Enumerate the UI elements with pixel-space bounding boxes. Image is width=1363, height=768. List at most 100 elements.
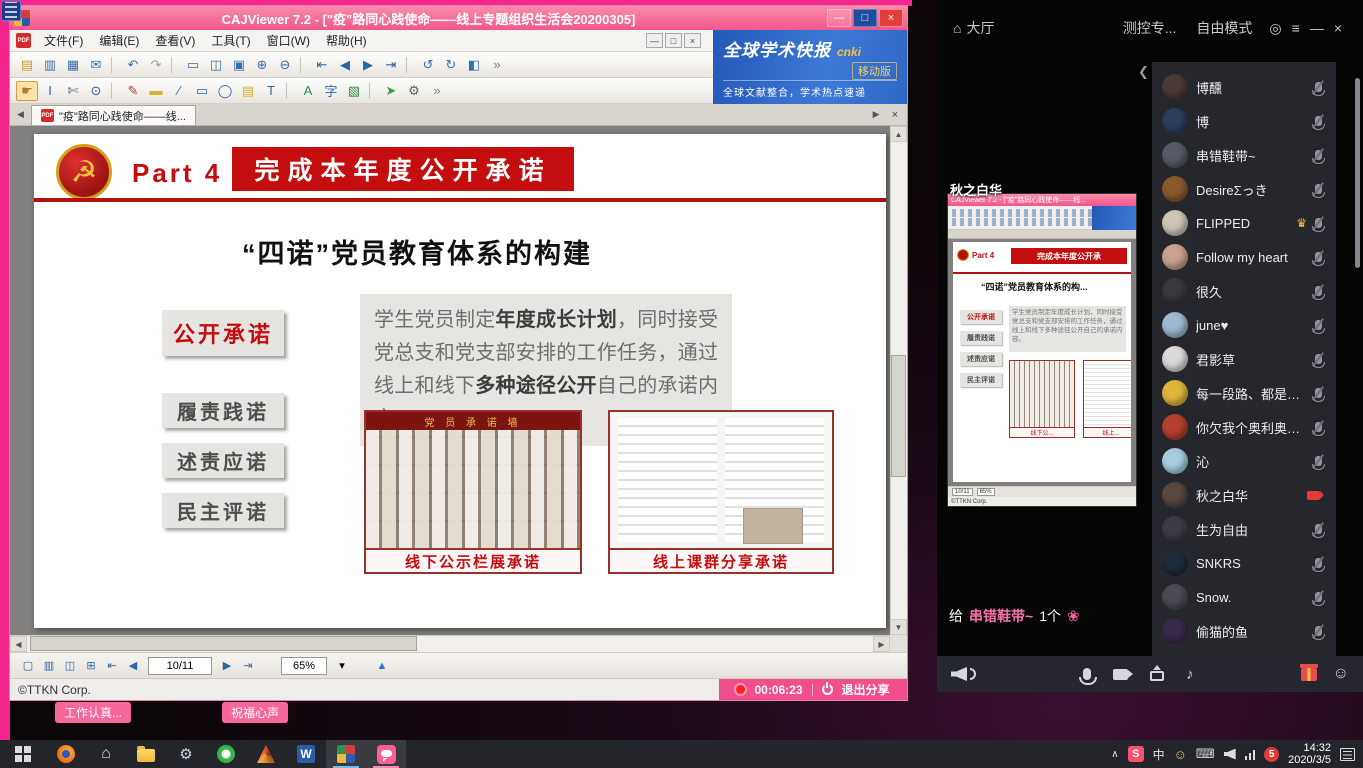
- menu-icon[interactable]: ≡: [1287, 20, 1305, 36]
- email-icon[interactable]: ✉: [85, 55, 107, 75]
- taskbar-browser[interactable]: [206, 740, 246, 768]
- exit-share-button[interactable]: 退出分享: [842, 681, 890, 698]
- toolbar-overflow-icon[interactable]: »: [486, 55, 508, 75]
- close-icon[interactable]: ×: [1329, 20, 1347, 36]
- scroll-down-icon[interactable]: ▼: [890, 619, 907, 635]
- go-up-icon[interactable]: ▲: [372, 656, 392, 676]
- participant-row[interactable]: Snow.: [1152, 580, 1336, 614]
- participant-row[interactable]: Follow my heart: [1152, 240, 1336, 274]
- scroll-left-icon[interactable]: ◀: [10, 636, 27, 652]
- volume-icon[interactable]: [1224, 749, 1236, 760]
- settings-icon[interactable]: ◎: [1264, 20, 1286, 37]
- taskbar-settings[interactable]: ⚙: [166, 740, 206, 768]
- text-note-icon[interactable]: T: [260, 81, 282, 101]
- zoom-input[interactable]: [281, 657, 327, 675]
- participant-row[interactable]: 串错鞋带~: [1152, 138, 1336, 172]
- participant-row[interactable]: SNKRS: [1152, 546, 1336, 580]
- tab-close-icon[interactable]: ×: [887, 109, 903, 121]
- camera-icon[interactable]: [1113, 669, 1128, 680]
- last-page-icon[interactable]: ⇥: [238, 656, 258, 676]
- collapse-list-icon[interactable]: ❮: [1138, 64, 1149, 80]
- toolbar-overflow-icon[interactable]: »: [426, 81, 448, 101]
- tray-expand-icon[interactable]: ∧: [1111, 749, 1118, 760]
- menu-item[interactable]: 帮助(H): [318, 30, 375, 51]
- line-icon[interactable]: ∕: [168, 81, 190, 101]
- participant-row[interactable]: 偷猫的鱼: [1152, 614, 1336, 648]
- music-icon[interactable]: ♪: [1186, 666, 1194, 683]
- sogou-icon[interactable]: S: [1128, 746, 1144, 762]
- cnki-banner[interactable]: 全球学术快报 cnki 移动版 全球文献整合，学术热点速递: [713, 30, 907, 104]
- participant-row[interactable]: 很久: [1152, 274, 1336, 308]
- scroll-right-icon[interactable]: ▶: [873, 636, 890, 652]
- ellipse-icon[interactable]: ◯: [214, 81, 236, 101]
- maximize-button[interactable]: □: [853, 9, 877, 27]
- network-icon[interactable]: [1245, 749, 1256, 760]
- snapshot-icon[interactable]: ✄: [62, 81, 84, 101]
- dictionary-icon[interactable]: 字: [320, 81, 342, 101]
- toolbar-separator[interactable]: [369, 83, 376, 99]
- text-select-icon[interactable]: I: [39, 81, 61, 101]
- toolbar-separator[interactable]: [171, 57, 178, 73]
- rotate-left-icon[interactable]: ↺: [417, 55, 439, 75]
- room-tab[interactable]: 测控专...: [1123, 18, 1177, 38]
- single-page-icon[interactable]: ▢: [18, 656, 38, 676]
- first-page-icon[interactable]: ⇤: [102, 656, 122, 676]
- speaker-icon[interactable]: [951, 667, 967, 681]
- doc-close-button[interactable]: ×: [684, 33, 701, 48]
- rectangle-icon[interactable]: ▭: [191, 81, 213, 101]
- participant-row[interactable]: 沁: [1152, 444, 1336, 478]
- menu-item[interactable]: 查看(V): [147, 30, 203, 51]
- pen-icon[interactable]: ✎: [122, 81, 144, 101]
- clock[interactable]: 14:32 2020/3/5: [1288, 742, 1331, 766]
- participant-row[interactable]: FLIPPED ♛: [1152, 206, 1336, 240]
- taskbar-matlab[interactable]: [246, 740, 286, 768]
- last-page-icon[interactable]: ⇥: [380, 55, 402, 75]
- notification-badge[interactable]: 5: [1264, 747, 1279, 762]
- print-icon[interactable]: ▦: [62, 55, 84, 75]
- prev-page-icon[interactable]: ◀: [334, 55, 356, 75]
- highlighter-icon[interactable]: ▬: [145, 81, 167, 101]
- emoji-chat-icon[interactable]: ☺: [1333, 665, 1349, 683]
- menu-item[interactable]: 编辑(E): [91, 30, 147, 51]
- open-icon[interactable]: ▤: [16, 55, 38, 75]
- gift-icon[interactable]: [1301, 668, 1317, 681]
- mic-icon[interactable]: [1083, 668, 1091, 680]
- first-page-icon[interactable]: ⇤: [311, 55, 333, 75]
- zoom-dropdown-icon[interactable]: ▾: [332, 656, 352, 676]
- participant-row[interactable]: 你欠我个奥利奥O_o: [1152, 410, 1336, 444]
- horizontal-scrollbar[interactable]: ◀ ▶: [10, 635, 890, 652]
- redo-icon[interactable]: ↷: [145, 55, 167, 75]
- zoom-tool-icon[interactable]: ⊙: [85, 81, 107, 101]
- participant-row[interactable]: 秋之白华: [1152, 478, 1336, 512]
- export-icon[interactable]: ➤: [380, 81, 402, 101]
- participant-row[interactable]: 君影草: [1152, 342, 1336, 376]
- taskbar-voice-app[interactable]: [366, 740, 406, 768]
- scroll-up-icon[interactable]: ▲: [890, 126, 907, 142]
- continuous-icon[interactable]: ▥: [39, 656, 59, 676]
- undo-icon[interactable]: ↶: [122, 55, 144, 75]
- share-screen-icon[interactable]: [1150, 671, 1164, 681]
- horizontal-scroll-thumb[interactable]: [30, 636, 417, 651]
- save-icon[interactable]: ▥: [39, 55, 61, 75]
- ime-indicator[interactable]: 中: [1153, 746, 1165, 763]
- page-input[interactable]: [148, 657, 212, 675]
- settings-icon[interactable]: ⚙: [403, 81, 425, 101]
- page-layout-icon[interactable]: ◧: [463, 55, 485, 75]
- prev-page-icon[interactable]: ◀: [123, 656, 143, 676]
- toolbar-separator[interactable]: [406, 57, 413, 73]
- keyboard-icon[interactable]: ⌨: [1196, 746, 1215, 762]
- toolbar-separator[interactable]: [286, 83, 293, 99]
- taskbar-word[interactable]: W: [286, 740, 326, 768]
- note-icon[interactable]: ▤: [237, 81, 259, 101]
- minimize-button[interactable]: —: [827, 9, 851, 27]
- rotate-right-icon[interactable]: ↻: [440, 55, 462, 75]
- participant-row[interactable]: 博醺: [1152, 70, 1336, 104]
- actual-size-icon[interactable]: ▣: [228, 55, 250, 75]
- menu-item[interactable]: 工具(T): [203, 30, 258, 51]
- participant-row[interactable]: 生为自由: [1152, 512, 1336, 546]
- taskbar-explorer[interactable]: [126, 740, 166, 768]
- start-button[interactable]: [0, 740, 46, 768]
- titlebar[interactable]: CAJViewer 7.2 - ["疫"路同心践使命——线上专题组织生活会202…: [10, 6, 907, 30]
- tab-scroll-right-icon[interactable]: ▶: [870, 109, 883, 120]
- participant-row[interactable]: june♥: [1152, 308, 1336, 342]
